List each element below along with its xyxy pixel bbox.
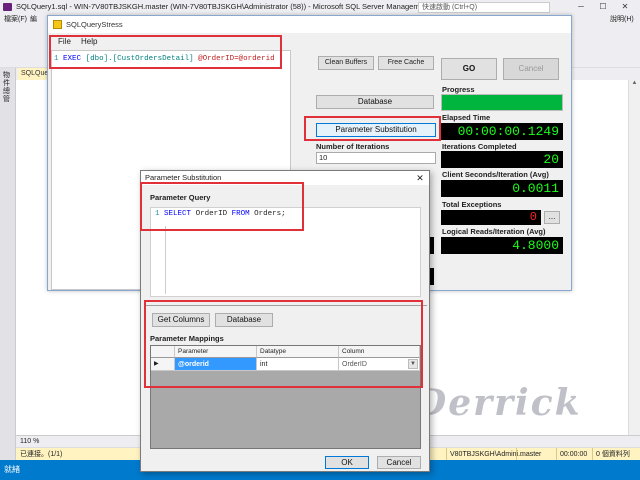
column-name: OrderID — [195, 210, 228, 218]
menu-file[interactable]: 檔案(F) — [4, 14, 27, 26]
dialog-cancel-button[interactable]: Cancel — [377, 456, 421, 469]
qs-menu-file[interactable]: File — [58, 35, 71, 49]
iterations-completed-display: 20 — [441, 151, 563, 168]
go-button[interactable]: GO — [441, 58, 497, 80]
line-number: 1 — [54, 55, 59, 63]
line-number: 1 — [155, 210, 160, 218]
close-icon[interactable]: ✕ — [616, 2, 634, 12]
zoom-level[interactable]: 110 % — [20, 436, 39, 447]
parameter-mappings-label: Parameter Mappings — [150, 334, 224, 343]
ssms-logo-icon — [3, 3, 12, 11]
client-seconds-label: Client Seconds/Iteration (Avg) — [442, 170, 549, 179]
cancel-button[interactable]: Cancel — [503, 58, 559, 80]
grid-header-column[interactable]: Column — [339, 346, 420, 358]
parameter-query-editor[interactable]: 1 SELECT OrderID FROM Orders; — [150, 207, 421, 297]
total-exceptions-display: 0 — [441, 210, 541, 225]
logical-reads-display: 4.8000 — [441, 237, 563, 254]
qs-menu-bar: File Help — [48, 35, 571, 49]
procedure-name: [dbo].[CustOrdersDetail] — [85, 55, 194, 63]
keyword-exec: EXEC — [63, 55, 82, 63]
get-columns-button[interactable]: Get Columns — [152, 313, 210, 327]
grid-header-datatype[interactable]: Datatype — [257, 346, 339, 358]
qs-title-bar: SQLQueryStress — [48, 16, 571, 33]
qs-window-title: SQLQueryStress — [66, 20, 123, 29]
client-seconds-display: 0.0011 — [441, 180, 563, 197]
section-divider — [145, 305, 427, 306]
logical-reads-label: Logical Reads/Iteration (Avg) — [442, 227, 546, 236]
clean-buffers-button[interactable]: Clean Buffers — [318, 56, 374, 70]
query-line: 1 EXEC [dbo].[CustOrdersDetail] @OrderID… — [54, 55, 275, 63]
cell-parameter[interactable]: @orderid — [175, 358, 257, 371]
dialog-close-icon[interactable]: ✕ — [413, 172, 427, 184]
elapsed-time-display: 00:00:00.1249 — [441, 123, 563, 140]
menu-edit[interactable]: 編 — [30, 14, 37, 26]
exception-details-button[interactable]: ... — [544, 211, 560, 224]
elapsed-label: Elapsed Time — [442, 113, 491, 122]
table-name: Orders; — [254, 210, 286, 218]
ok-button[interactable]: OK — [325, 456, 369, 469]
gutter-line — [165, 226, 166, 294]
dialog-title-bar: Parameter Substitution — [141, 171, 429, 185]
qs-menu-help[interactable]: Help — [81, 35, 97, 49]
parameter-substitution-button[interactable]: Parameter Substitution — [316, 123, 436, 137]
dialog-database-button[interactable]: Database — [215, 313, 273, 327]
menu-help[interactable]: 說明(H) — [610, 14, 634, 26]
progress-bar — [441, 94, 563, 111]
free-cache-button[interactable]: Free Cache — [378, 56, 434, 70]
keyword-select: SELECT — [164, 210, 192, 218]
chevron-down-icon[interactable]: ▼ — [408, 359, 418, 369]
iterations-completed-label: Iterations Completed — [442, 142, 517, 151]
parameter-mappings-grid[interactable]: Parameter Datatype Column ▶ @orderid int… — [150, 345, 421, 449]
quick-launch-input[interactable]: 快速啟動 (Ctrl+Q) — [418, 2, 550, 13]
cell-column-value: OrderID — [342, 361, 367, 368]
iterations-label: Number of Iterations — [316, 142, 390, 151]
minimize-icon[interactable]: ─ — [572, 2, 590, 12]
parameter-substitution-dialog: Parameter Substitution ✕ Parameter Query… — [140, 170, 430, 472]
grid-header-parameter[interactable]: Parameter — [175, 346, 257, 358]
cell-column-select[interactable]: OrderID ▼ — [339, 358, 420, 371]
progress-label: Progress — [442, 85, 475, 94]
parameter-query-line: 1 SELECT OrderID FROM Orders; — [155, 210, 286, 218]
object-explorer-rail[interactable]: 物件總管 — [0, 68, 16, 462]
keyword-from: FROM — [231, 210, 250, 218]
watermark: Derrick — [415, 382, 582, 424]
app-icon — [53, 20, 62, 29]
total-exceptions-label: Total Exceptions — [442, 200, 502, 209]
scroll-up-icon[interactable]: ▲ — [629, 80, 640, 86]
progress-fill — [442, 95, 562, 110]
parameter-assignment: @OrderID=@orderid — [198, 55, 275, 63]
maximize-icon[interactable]: ☐ — [594, 2, 612, 12]
grid-corner — [151, 346, 175, 358]
editor-scrollbar[interactable]: ▲ — [628, 80, 640, 435]
row-indicator-icon[interactable]: ▶ — [151, 358, 175, 371]
iterations-input[interactable]: 10 — [316, 152, 436, 164]
cell-datatype[interactable]: int — [257, 358, 339, 371]
ssms-window-title: SQLQuery1.sql - WIN-7V80TBJSKGH.master (… — [16, 2, 426, 11]
database-button[interactable]: Database — [316, 95, 434, 109]
dialog-title: Parameter Substitution — [145, 173, 222, 182]
parameter-query-label: Parameter Query — [150, 193, 211, 202]
